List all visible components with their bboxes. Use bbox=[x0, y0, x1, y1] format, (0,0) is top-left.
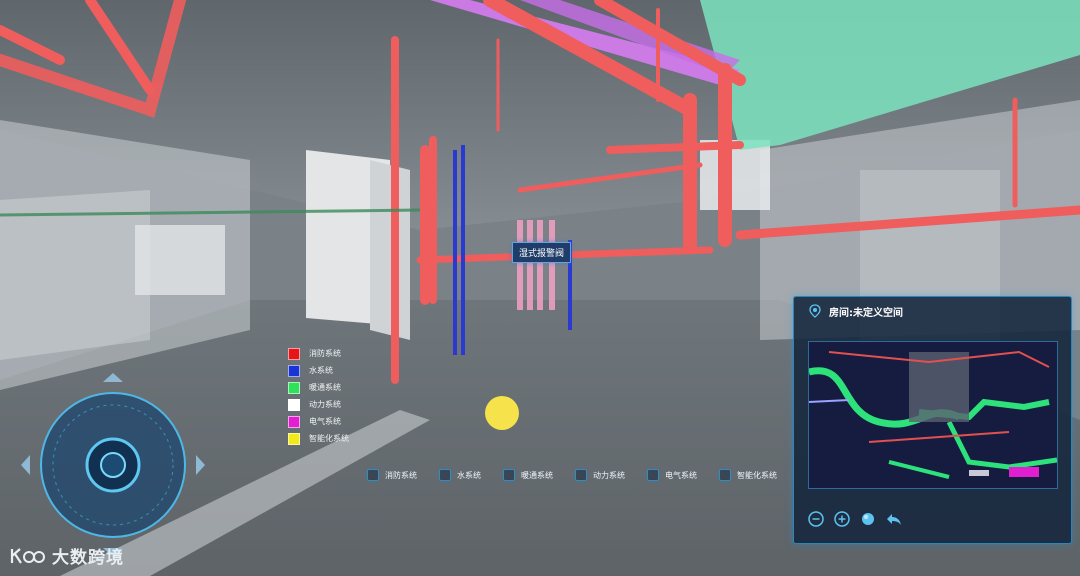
legend-label: 动力系统 bbox=[309, 400, 341, 409]
panel-header: 房间:未定义空间 bbox=[794, 297, 1071, 325]
system-filter-bar: 消防系统 水系统 暖通系统 动力系统 电气系统 智能化系统 bbox=[367, 469, 799, 481]
legend-swatch bbox=[288, 398, 300, 411]
legend-swatch bbox=[288, 364, 300, 377]
checkbox[interactable] bbox=[439, 469, 451, 481]
filter-water[interactable]: 水系统 bbox=[439, 469, 481, 481]
filter-label: 消防系统 bbox=[385, 470, 417, 480]
zoom-out-icon[interactable] bbox=[808, 511, 824, 527]
legend-item: 暖通系统 bbox=[288, 379, 349, 396]
zoom-in-icon[interactable] bbox=[834, 511, 850, 527]
valve-tag[interactable]: 湿式报警阀 bbox=[512, 242, 572, 263]
checkbox[interactable] bbox=[647, 469, 659, 481]
filter-label: 动力系统 bbox=[593, 470, 625, 480]
legend-item: 智能化系统 bbox=[288, 430, 349, 447]
filter-label: 暖通系统 bbox=[521, 470, 553, 480]
filter-power[interactable]: 动力系统 bbox=[575, 469, 625, 481]
system-legend: 消防系统 水系统 暖通系统 动力系统 电气系统 智能化系统 bbox=[288, 345, 349, 447]
filter-intelligent[interactable]: 智能化系统 bbox=[719, 469, 777, 481]
filter-label: 电气系统 bbox=[665, 470, 697, 480]
location-pin-icon bbox=[809, 304, 821, 318]
watermark-text: 大数跨境 bbox=[52, 548, 124, 568]
legend-label: 暖通系统 bbox=[309, 383, 341, 392]
legend-item: 动力系统 bbox=[288, 396, 349, 413]
filter-label: 水系统 bbox=[457, 470, 481, 480]
watermark: 大数跨境 bbox=[10, 543, 124, 568]
legend-swatch bbox=[288, 432, 300, 445]
legend-swatch bbox=[288, 381, 300, 394]
legend-item: 消防系统 bbox=[288, 345, 349, 362]
checkbox[interactable] bbox=[367, 469, 379, 481]
checkbox[interactable] bbox=[575, 469, 587, 481]
minimap[interactable] bbox=[808, 341, 1058, 489]
filter-hvac[interactable]: 暖通系统 bbox=[503, 469, 553, 481]
room-panel: 房间:未定义空间 bbox=[793, 296, 1072, 544]
legend-swatch bbox=[288, 347, 300, 360]
globe-icon[interactable] bbox=[860, 511, 876, 527]
legend-label: 电气系统 bbox=[309, 417, 341, 426]
arrow-left-icon[interactable] bbox=[21, 455, 30, 475]
navigation-joystick[interactable] bbox=[18, 370, 208, 560]
arrow-right-icon[interactable] bbox=[196, 455, 205, 475]
legend-label: 水系统 bbox=[309, 366, 333, 375]
checkbox[interactable] bbox=[719, 469, 731, 481]
arrow-up-icon[interactable] bbox=[103, 373, 123, 382]
back-arrow-icon[interactable] bbox=[886, 511, 902, 527]
legend-label: 消防系统 bbox=[309, 349, 341, 358]
filter-fire[interactable]: 消防系统 bbox=[367, 469, 417, 481]
checkbox[interactable] bbox=[503, 469, 515, 481]
filter-electrical[interactable]: 电气系统 bbox=[647, 469, 697, 481]
panel-title: 房间:未定义空间 bbox=[829, 307, 903, 319]
legend-item: 水系统 bbox=[288, 362, 349, 379]
filter-label: 智能化系统 bbox=[737, 470, 777, 480]
watermark-logo-icon bbox=[10, 547, 45, 564]
legend-swatch bbox=[288, 415, 300, 428]
legend-item: 电气系统 bbox=[288, 413, 349, 430]
panel-toolbar bbox=[808, 511, 912, 527]
legend-label: 智能化系统 bbox=[309, 434, 349, 443]
